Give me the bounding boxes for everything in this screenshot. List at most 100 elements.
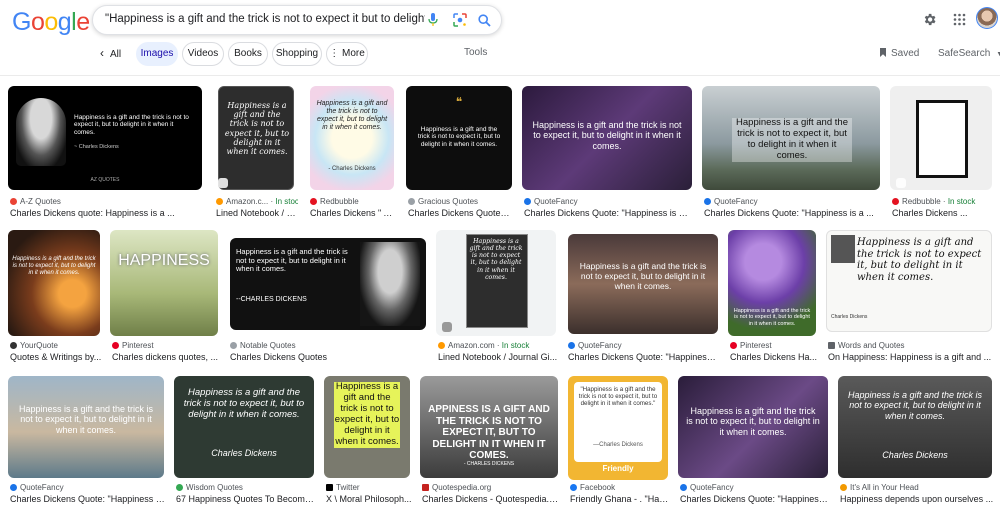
result-title[interactable]: Friendly Ghana - . "Hap... [570,494,670,504]
result-source: Notable Quotes [230,341,426,350]
google-logo[interactable]: Google [12,8,90,37]
tab-all[interactable]: ‹ All [100,46,121,60]
tab-more[interactable]: ⋮ More [326,42,368,66]
account-avatar[interactable] [976,7,998,29]
voice-search-icon[interactable] [425,11,441,29]
image-result[interactable]: Happiness is a gift and the trick is not… [436,230,558,364]
image-result[interactable]: Happiness is a gift and the trick is not… [678,376,830,510]
quote-text: Happiness is a gift and the trick is not… [12,256,96,276]
tools-button[interactable]: Tools [464,47,487,58]
image-result[interactable]: Happiness is a gift and the trick is not… [522,86,694,220]
result-thumbnail[interactable] [890,86,992,190]
image-result[interactable]: APPINESS IS A GIFT AND THE TRICK IS NOT … [420,376,560,510]
result-title[interactable]: Charles Dickens Quotes ... [408,208,512,218]
result-thumbnail[interactable]: Happiness is a gift and the trick is not… [436,230,556,336]
search-input[interactable]: "Happiness is a gift and the trick is no… [105,13,425,25]
result-thumbnail[interactable]: Happiness is a gift and the trick is not… [702,86,880,190]
image-result[interactable]: Happiness is a gift and the trick is not… [308,86,396,220]
tab-images[interactable]: Images [136,42,178,66]
result-title[interactable]: X \ Moral Philosoph... [326,494,412,504]
site-favicon [828,342,835,349]
result-title[interactable]: Charles Dickens - Quotespedia.org [422,494,560,504]
safesearch-button[interactable]: SafeSearch ▼ [938,48,1000,59]
result-title[interactable]: Charles Dickens Quote: "Happiness is... [10,494,166,504]
result-title[interactable]: Quotes & Writings by... [10,352,102,362]
result-thumbnail[interactable]: HAPPINESS [110,230,218,336]
result-thumbnail[interactable]: "Happiness is a gift and the trick is no… [568,376,668,480]
result-title[interactable]: Charles Dickens Quote: "Happiness is a .… [704,208,880,218]
result-thumbnail[interactable]: Happiness is a gift and the trick is not… [838,376,992,478]
image-result[interactable]: Happiness is a gift and the trick is not… [566,230,720,364]
image-result[interactable]: Happiness is a gift and the trick is not… [228,230,428,364]
result-thumbnail[interactable]: Happiness is a gift and the trick is not… [8,230,100,336]
result-title[interactable]: Charles Dickens " A... [310,208,396,218]
source-name: Redbubble [902,197,941,206]
result-title[interactable]: Charles dickens quotes, ... [112,352,220,362]
tab-shopping[interactable]: Shopping [272,42,322,66]
result-thumbnail[interactable]: Happiness is a gift and the trick is not… [174,376,314,478]
image-result[interactable]: Happiness is a gift and the trick is not… [728,230,818,364]
image-result[interactable]: HAPPINESS Pinterest Charles dickens quot… [110,230,220,364]
result-thumbnail[interactable]: APPINESS IS A GIFT AND THE TRICK IS NOT … [420,376,558,478]
image-result[interactable]: Happiness is a gift and the trick is not… [214,86,298,220]
image-result[interactable]: Happiness is a gift and the trick is not… [8,230,102,364]
result-title[interactable]: Charles Dickens Quote: "Happiness is a .… [524,208,692,218]
saved-button[interactable]: Saved [880,48,919,59]
image-result[interactable]: Redbubble · In stock Charles Dickens ... [890,86,994,220]
image-result[interactable]: "Happiness is a gift and the trick is no… [568,376,670,510]
image-result[interactable]: Happiness is a gift and the trick is not… [702,86,882,220]
image-result[interactable]: Happiness is a gift and the trick is not… [174,376,316,510]
apps-grid-icon[interactable] [950,10,968,28]
result-title[interactable]: On Happiness: Happiness is a gift and ..… [828,352,994,362]
result-thumbnail[interactable]: Happiness is a gift and the trick is not… [522,86,692,190]
image-result[interactable]: Happiness is a gift and the trick is not… [838,376,994,510]
tab-books[interactable]: Books [228,42,268,66]
result-title[interactable]: Charles Dickens Quotes [230,352,426,362]
result-thumbnail[interactable]: Happiness is a gift and the trick is not… [310,86,394,190]
tab-videos[interactable]: Videos [182,42,224,66]
result-title[interactable]: Lined Notebook / Journal Gi... [438,352,558,362]
lens-search-icon[interactable] [451,11,469,29]
result-title[interactable]: Charles Dickens quote: Happiness is a ..… [10,208,200,218]
result-thumbnail[interactable]: Happiness is a gift and the trick is not… [8,86,202,190]
image-result[interactable]: Happiness is a gift and the trick is not… [8,376,166,510]
source-name: QuoteFancy [20,483,64,492]
tab-all-label: All [110,49,122,60]
result-title[interactable]: Charles Dickens Quote: "Happiness i... [680,494,830,504]
result-thumbnail[interactable]: Happiness is a gift and the trick is not… [218,86,294,190]
image-result[interactable]: Happiness is a gift and the trick is not… [324,376,412,510]
search-submit-icon[interactable] [475,11,493,29]
result-thumbnail[interactable]: Happiness is a gift and the trick is not… [678,376,828,478]
quote-text: Happiness is a gift and the trick is not… [334,381,400,448]
result-source: Pinterest [112,341,220,350]
result-thumbnail[interactable]: Happiness is a gift and the trick is not… [8,376,164,478]
search-box[interactable]: "Happiness is a gift and the trick is no… [92,5,502,35]
quote-attribution: - CHARLES DICKENS [463,461,515,467]
result-thumbnail[interactable]: Happiness is a gift and the trick is not… [230,238,426,330]
result-thumbnail[interactable]: Happiness is a gift and the trick is not… [826,230,992,332]
header-divider [0,75,1000,76]
result-title[interactable]: Charles Dickens ... [892,208,994,218]
result-title[interactable]: 67 Happiness Quotes To Become... [176,494,316,504]
portrait-image [831,235,855,263]
result-thumbnail[interactable]: ❝ Happiness is a gift and the trick is n… [406,86,512,190]
quote-mark-icon: ❝ [455,95,463,109]
result-thumbnail[interactable]: Happiness is a gift and the trick is not… [324,376,410,478]
site-favicon [570,484,577,491]
result-title[interactable]: Charles Dickens Ha... [730,352,818,362]
result-title[interactable]: Lined Notebook / J... [216,208,298,218]
result-title[interactable]: Happiness depends upon ourselves ... [840,494,994,504]
result-source: QuoteFancy [568,341,718,350]
quote-attribution: Charles Dickens [831,314,868,320]
settings-gear-icon[interactable] [920,10,938,28]
image-result[interactable]: ❝ Happiness is a gift and the trick is n… [406,86,514,220]
result-thumbnail[interactable]: Happiness is a gift and the trick is not… [728,230,816,336]
image-result[interactable]: Happiness is a gift and the trick is not… [8,86,202,220]
image-result[interactable]: Happiness is a gift and the trick is not… [826,230,994,364]
site-favicon [10,342,17,349]
site-favicon [840,484,847,491]
result-thumbnail[interactable]: Happiness is a gift and the trick is not… [568,234,718,334]
product-badge-icon [218,178,228,188]
result-title[interactable]: Charles Dickens Quote: "Happiness i... [568,352,718,362]
quote-text: Happiness is a gift and the trick is not… [532,120,682,151]
